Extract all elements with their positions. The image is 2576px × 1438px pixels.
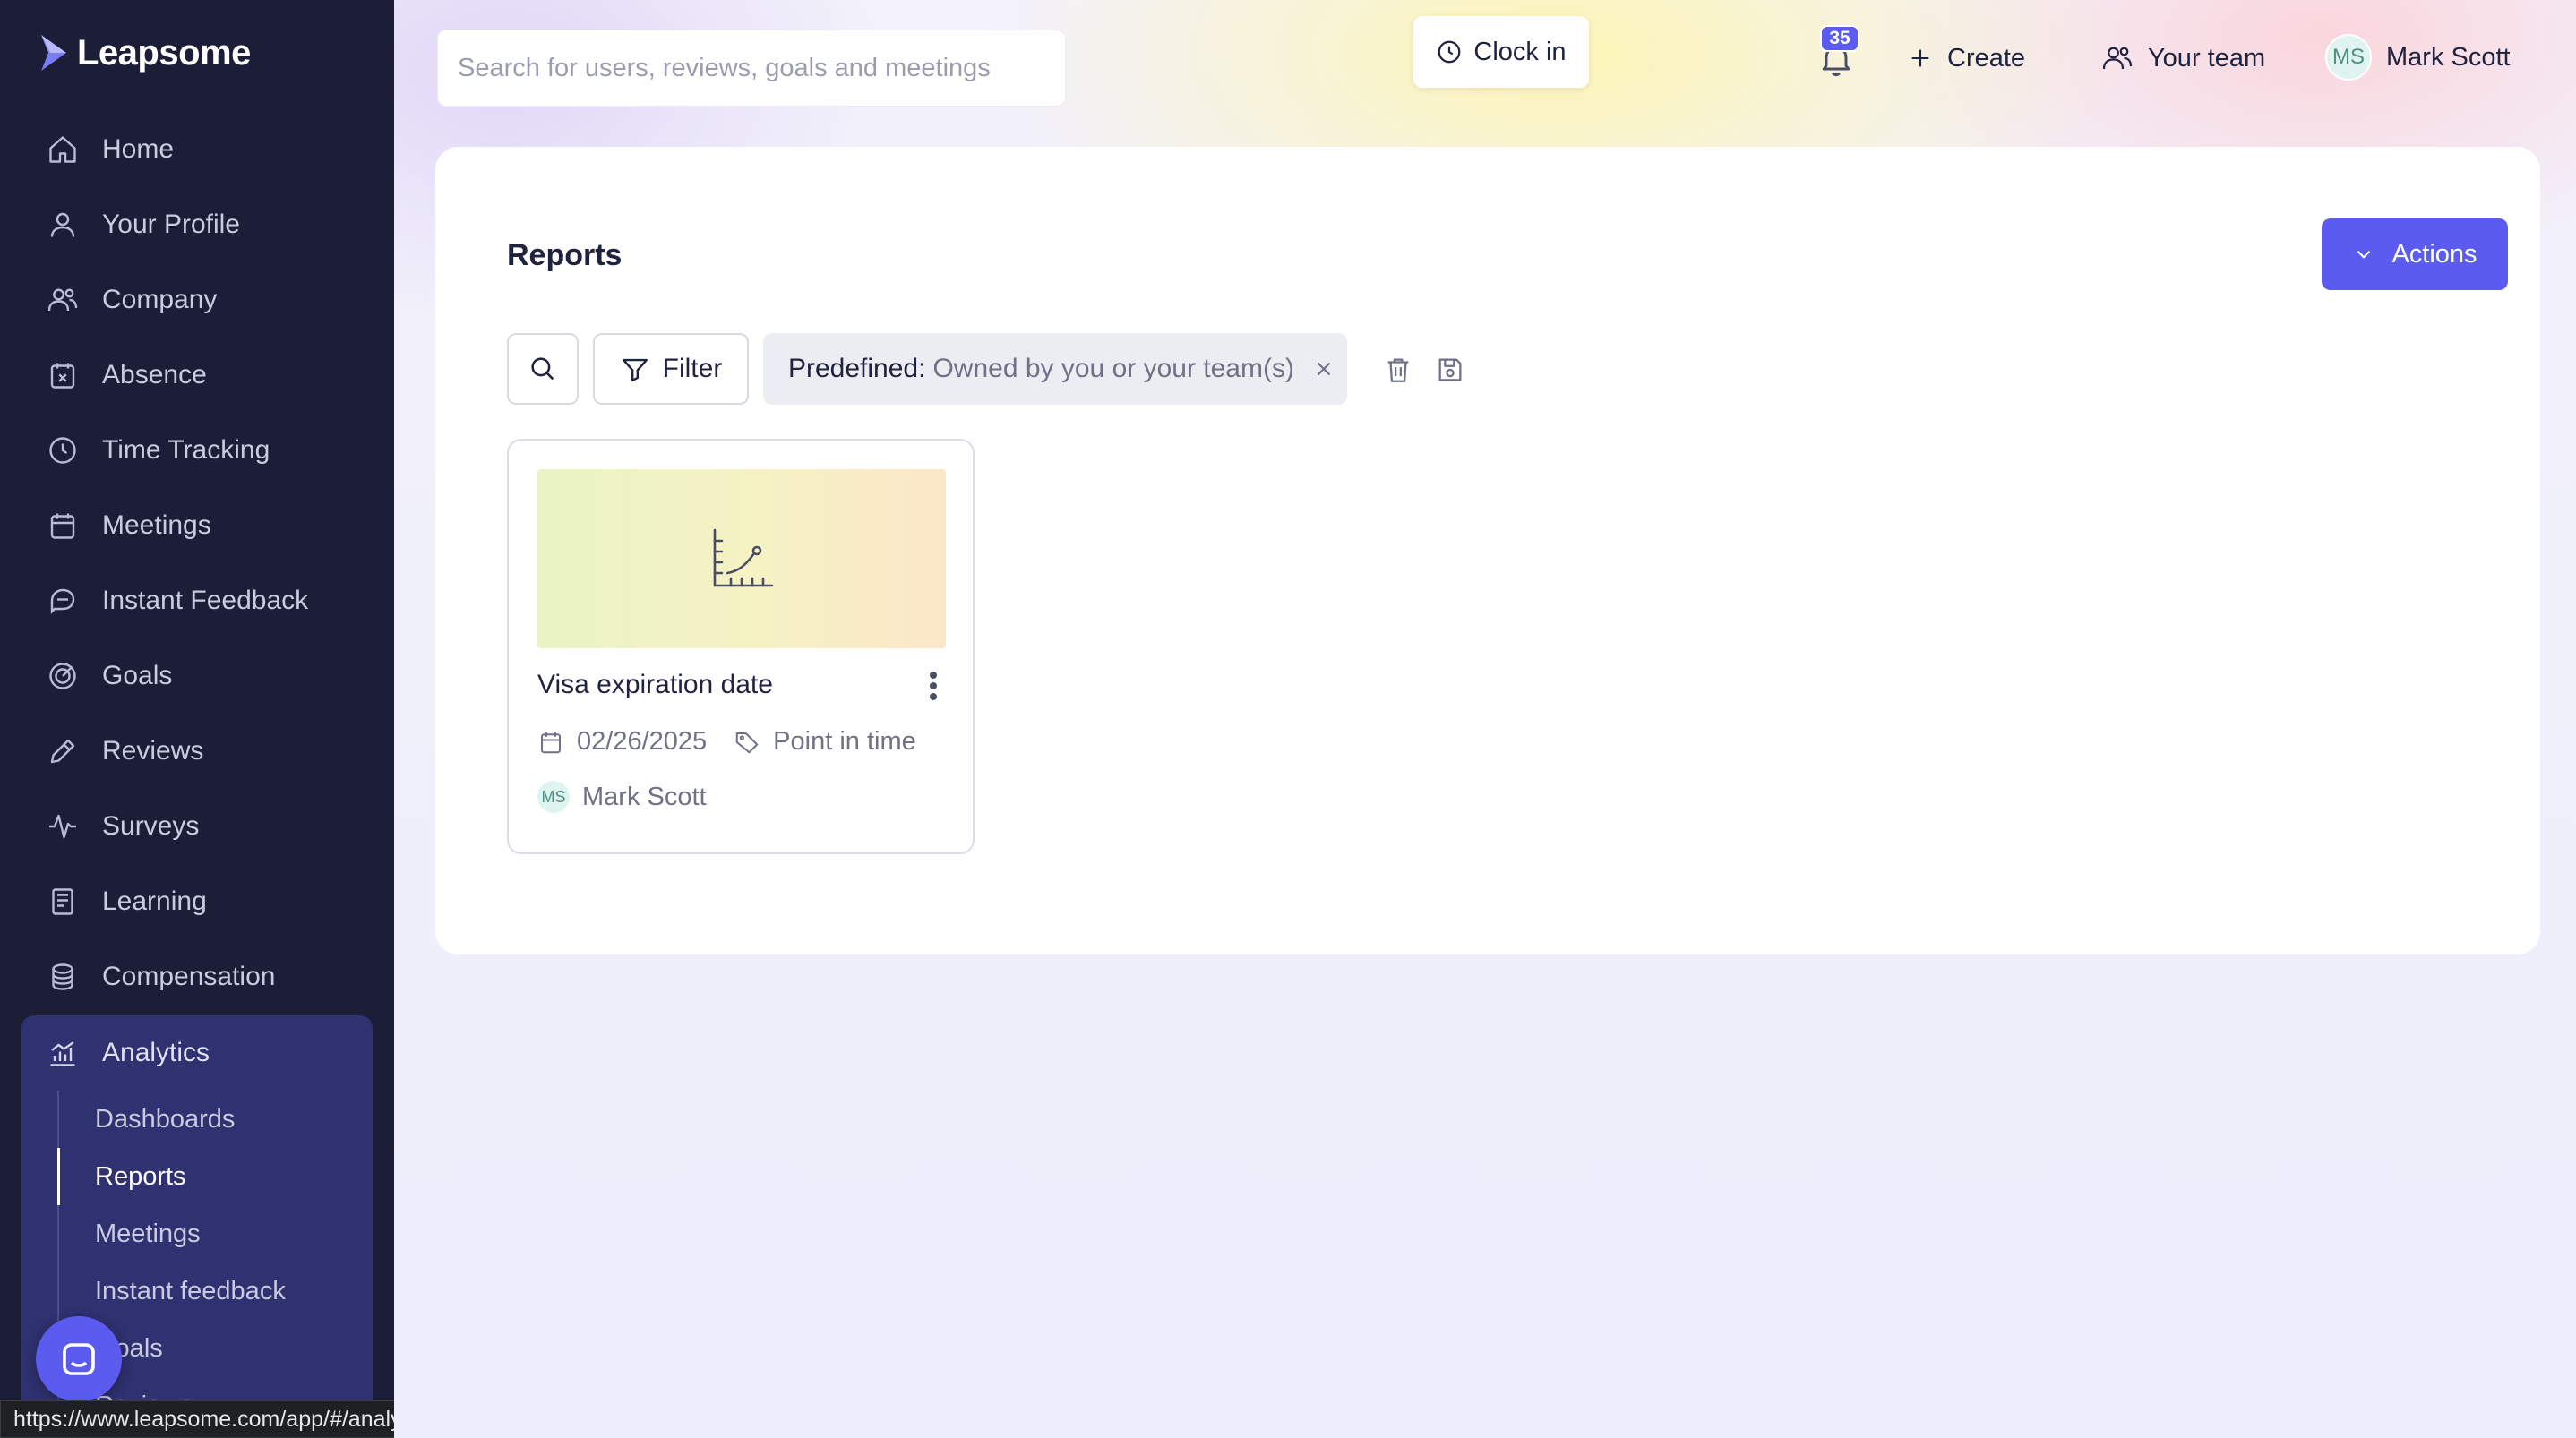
sidebar-item-company[interactable]: Company — [21, 262, 373, 338]
calendar-x-icon — [50, 363, 75, 389]
tag-icon — [735, 732, 759, 753]
submenu-item-instant-feedback[interactable]: Instant feedback — [59, 1263, 373, 1320]
calendar-icon — [50, 513, 75, 539]
sidebar-item-label: Reviews — [102, 736, 204, 766]
sidebar-item-reviews[interactable]: Reviews — [21, 714, 373, 789]
create-button[interactable]: Create — [1908, 36, 2025, 81]
user-menu[interactable]: MS Mark Scott — [2325, 34, 2511, 81]
report-card[interactable]: Visa expiration date 02/26/2025 Point in… — [507, 439, 975, 854]
plus-icon — [1911, 49, 1929, 67]
leapsome-logo-icon — [41, 35, 66, 71]
your-team-label: Your team — [2148, 43, 2266, 73]
sidebar-item-compensation[interactable]: Compensation — [21, 939, 373, 1014]
save-icon[interactable] — [1435, 355, 1465, 385]
report-title: Visa expiration date — [537, 670, 773, 699]
clock-icon — [49, 437, 76, 464]
report-thumbnail — [537, 469, 946, 648]
sidebar-item-label: Time Tracking — [102, 435, 270, 465]
filter-chip-key: Predefined: — [788, 354, 926, 383]
sidebar-item-analytics[interactable]: Analytics — [21, 1015, 373, 1091]
sidebar-item-absence[interactable]: Absence — [21, 338, 373, 413]
create-label: Create — [1947, 43, 2026, 73]
coins-icon — [52, 963, 73, 990]
team-icon — [2102, 47, 2133, 70]
page-title: Reports — [507, 238, 623, 272]
submenu-item-dashboards[interactable]: Dashboards — [59, 1091, 373, 1148]
more-options-icon[interactable] — [924, 668, 942, 704]
support-chat-button[interactable] — [36, 1316, 122, 1402]
clock-in-button[interactable]: Clock in — [1413, 16, 1589, 88]
avatar: MS — [537, 781, 570, 813]
sidebar-item-label: Instant Feedback — [102, 586, 309, 615]
close-icon[interactable] — [1312, 357, 1335, 381]
actions-button[interactable]: Actions — [2322, 218, 2508, 290]
sidebar-item-meetings[interactable]: Meetings — [21, 488, 373, 563]
chat-icon — [50, 588, 75, 614]
home-icon — [49, 136, 76, 163]
sidebar-nav: Home Your Profile Company Absence Time T… — [21, 112, 373, 1014]
user-icon — [50, 212, 75, 237]
sidebar-item-label: Absence — [102, 360, 207, 389]
sidebar-item-label: Home — [102, 134, 175, 164]
submenu-item-meetings[interactable]: Meetings — [59, 1205, 373, 1263]
filter-button[interactable]: Filter — [593, 333, 749, 405]
sidebar-item-time-tracking[interactable]: Time Tracking — [21, 413, 373, 488]
users-icon — [47, 288, 78, 312]
report-search-button[interactable] — [507, 333, 579, 405]
actions-label: Actions — [2391, 239, 2477, 269]
calendar-icon — [541, 732, 561, 753]
report-meta: 02/26/2025 Point in time — [537, 727, 916, 757]
sidebar-item-learning[interactable]: Learning — [21, 864, 373, 939]
report-owner-name: Mark Scott — [582, 782, 707, 811]
pulse-icon — [49, 814, 76, 839]
brand-name: Leapsome — [77, 32, 251, 73]
clock-in-label: Clock in — [1473, 37, 1567, 66]
avatar: MS — [2325, 34, 2372, 81]
sidebar-item-surveys[interactable]: Surveys — [21, 789, 373, 864]
sidebar-item-label: Surveys — [102, 811, 200, 841]
your-team-button[interactable]: Your team — [2101, 36, 2265, 81]
sidebar-item-label: Compensation — [102, 962, 276, 991]
book-icon — [52, 888, 73, 915]
main-content: Search for users, reviews, goals and mee… — [394, 0, 2576, 1438]
filter-chip-value: Owned by you or your team(s) — [932, 354, 1294, 383]
submenu-item-reports[interactable]: Reports — [57, 1148, 373, 1205]
search-icon — [531, 357, 554, 381]
sidebar-item-label: Your Profile — [102, 210, 240, 239]
report-type: Point in time — [773, 727, 916, 756]
sidebar-item-label: Meetings — [102, 510, 211, 540]
report-owner: MS Mark Scott — [537, 781, 707, 813]
global-search-input[interactable]: Search for users, reviews, goals and mee… — [437, 30, 1066, 107]
filter-chip[interactable]: Predefined: Owned by you or your team(s) — [763, 333, 1347, 405]
sidebar: Leapsome Home Your Profile Company Absen… — [0, 0, 394, 1438]
target-icon — [49, 663, 76, 689]
sidebar-item-goals[interactable]: Goals — [21, 638, 373, 714]
clock-icon — [1438, 40, 1461, 64]
chat-support-icon — [63, 1343, 95, 1375]
sidebar-item-your-profile[interactable]: Your Profile — [21, 187, 373, 262]
filter-label: Filter — [662, 354, 723, 383]
notification-count-badge: 35 — [1820, 25, 1859, 52]
reports-panel: Reports Actions Filter Predefined: Owned… — [435, 147, 2540, 954]
sidebar-item-instant-feedback[interactable]: Instant Feedback — [21, 563, 373, 638]
sidebar-item-label: Learning — [102, 886, 207, 916]
line-chart-icon — [713, 528, 774, 587]
sidebar-item-label: Company — [102, 285, 218, 314]
sidebar-item-label: Analytics — [102, 1038, 210, 1067]
brand-logo[interactable]: Leapsome — [38, 29, 251, 77]
bar-chart-icon — [50, 1041, 75, 1066]
report-date: 02/26/2025 — [577, 727, 708, 756]
trash-icon[interactable] — [1383, 355, 1413, 385]
user-name: Mark Scott — [2386, 42, 2511, 72]
pencil-icon — [50, 739, 75, 764]
filter-icon — [622, 358, 648, 381]
chevron-down-icon — [2357, 250, 2371, 259]
sidebar-item-label: Goals — [102, 661, 173, 690]
sidebar-item-home[interactable]: Home — [21, 112, 373, 187]
